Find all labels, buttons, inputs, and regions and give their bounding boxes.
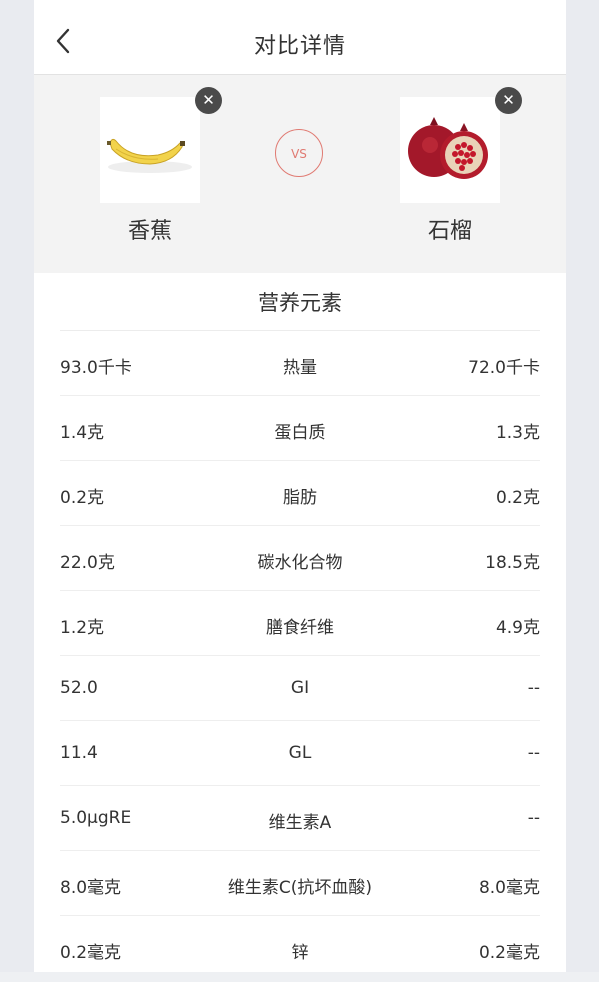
nutrient-row-fat: 0.2克 脂肪 0.2克 (60, 461, 540, 526)
right-value: 0.2克 (495, 488, 540, 508)
right-value: -- (527, 678, 540, 698)
app-screen: 对比详情 ✕ 香蕉 VS ✕ 石榴 营养元素 93.0千卡 热量 72.0千卡 … (34, 0, 566, 982)
right-value: 1.3克 (495, 423, 540, 443)
nutrient-name: GI (290, 678, 310, 698)
right-value: -- (527, 808, 540, 828)
right-value: 0.2毫克 (478, 943, 540, 963)
right-value: 18.5克 (485, 553, 540, 573)
nutrient-row-carbohydrate: 22.0克 碳水化合物 18.5克 (60, 526, 540, 591)
nutrient-row-vitamin-a: 5.0μgRE 维生素A -- (60, 786, 540, 851)
nutrient-row-protein: 1.4克 蛋白质 1.3克 (60, 396, 540, 461)
nutrition-panel: 营养元素 93.0千卡 热量 72.0千卡 1.4克 蛋白质 1.3克 0.2克… (34, 273, 566, 982)
food-name-left: 香蕉 (127, 219, 172, 244)
nutrient-row-gl: 11.4 GL -- (60, 721, 540, 786)
banana-image (100, 97, 200, 203)
right-value: 72.0千卡 (468, 358, 540, 378)
right-value: -- (527, 743, 540, 763)
nutrient-name: 脂肪 (283, 488, 317, 508)
nav-bar: 对比详情 (34, 0, 566, 75)
compare-area: ✕ 香蕉 VS ✕ 石榴 (34, 75, 566, 273)
nutrient-row-calories: 93.0千卡 热量 72.0千卡 (60, 331, 540, 396)
right-value: 4.9克 (495, 618, 540, 638)
right-value: 8.0毫克 (478, 878, 540, 898)
nutrient-row-vitamin-c: 8.0毫克 维生素C(抗坏血酸) 8.0毫克 (60, 851, 540, 916)
nutrient-name: 锌 (291, 943, 309, 963)
section-title: 营养元素 (60, 273, 540, 331)
nutrient-name: GL (288, 743, 312, 763)
nutrient-name: 碳水化合物 (257, 553, 343, 573)
food-name-right: 石榴 (427, 219, 472, 244)
nutrient-row-gi: 52.0 GI -- (60, 656, 540, 721)
nutrient-name: 膳食纤维 (266, 618, 334, 638)
vs-badge: VS (275, 129, 323, 177)
nutrient-name: 蛋白质 (274, 423, 326, 443)
nutrient-row-fiber: 1.2克 膳食纤维 4.9克 (60, 591, 540, 656)
page-title: 对比详情 (253, 34, 346, 59)
pomegranate-image (400, 97, 500, 203)
remove-banana-button[interactable]: ✕ (195, 87, 222, 114)
remove-pomegranate-button[interactable]: ✕ (495, 87, 522, 114)
nutrient-name: 维生素A (268, 813, 332, 833)
food-card-pomegranate[interactable]: ✕ 石榴 (390, 87, 522, 245)
nutrient-name: 维生素C(抗坏血酸) (227, 878, 373, 898)
bottom-edge (0, 972, 599, 982)
food-card-banana[interactable]: ✕ 香蕉 (90, 87, 222, 245)
